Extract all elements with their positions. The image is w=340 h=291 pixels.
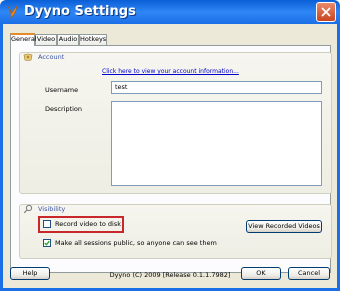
- window-title: Dyyno Settings: [24, 4, 136, 19]
- make-sessions-public-label[interactable]: Make all sessions public, so anyone can …: [55, 239, 217, 247]
- username-label: Username: [45, 86, 79, 94]
- checkmark-icon: [44, 240, 50, 246]
- account-icon: [23, 52, 33, 64]
- description-label: Description: [45, 105, 83, 113]
- release-info-text: Dyyno (C) 2009 [Release 0.1.1.7982]: [109, 271, 231, 279]
- tab-label: Hotkeys: [80, 35, 107, 43]
- tab-video[interactable]: Video: [35, 34, 57, 45]
- close-icon: [321, 7, 331, 17]
- record-video-label[interactable]: Record video to disk: [55, 220, 121, 228]
- dialog-body: General Video Audio Hotkeys Account Clic…: [3, 24, 337, 288]
- general-tab-panel: Account Click here to view your account …: [10, 45, 332, 273]
- visibility-group-header: Visibility: [19, 204, 332, 216]
- tab-general[interactable]: General: [10, 33, 37, 46]
- view-recorded-videos-button[interactable]: View Recorded Videos: [246, 220, 322, 233]
- ok-button[interactable]: OK: [241, 267, 281, 280]
- close-button[interactable]: [316, 2, 336, 22]
- tab-label: General: [11, 35, 37, 43]
- account-group-title: Account: [38, 53, 65, 61]
- tab-label: Video: [36, 35, 56, 43]
- account-group: Account Click here to view your account …: [19, 52, 332, 194]
- ok-label: OK: [256, 269, 266, 277]
- tab-audio[interactable]: Audio: [57, 34, 79, 45]
- tab-hotkeys[interactable]: Hotkeys: [79, 34, 107, 45]
- account-group-header: Account: [19, 52, 332, 64]
- cancel-button[interactable]: Cancel: [288, 267, 330, 280]
- view-account-info-link[interactable]: Click here to view your account informat…: [102, 68, 239, 75]
- title-bar[interactable]: Dyyno Settings: [0, 0, 340, 24]
- visibility-group-title: Visibility: [38, 205, 66, 213]
- username-value: test: [115, 83, 128, 91]
- tab-label: Audio: [58, 35, 78, 43]
- magnifier-icon: [23, 204, 33, 216]
- view-recorded-videos-label: View Recorded Videos: [248, 222, 320, 230]
- cancel-label: Cancel: [297, 269, 321, 277]
- dyyno-logo-icon: [5, 4, 19, 20]
- settings-window: Dyyno Settings General Video Audio Hotke…: [0, 0, 340, 291]
- record-video-checkbox[interactable]: [43, 220, 51, 228]
- make-sessions-public-checkbox[interactable]: [43, 239, 51, 247]
- username-field[interactable]: test: [111, 81, 322, 94]
- description-field[interactable]: [111, 101, 322, 186]
- visibility-group: Visibility Record video to disk View Rec…: [19, 204, 332, 259]
